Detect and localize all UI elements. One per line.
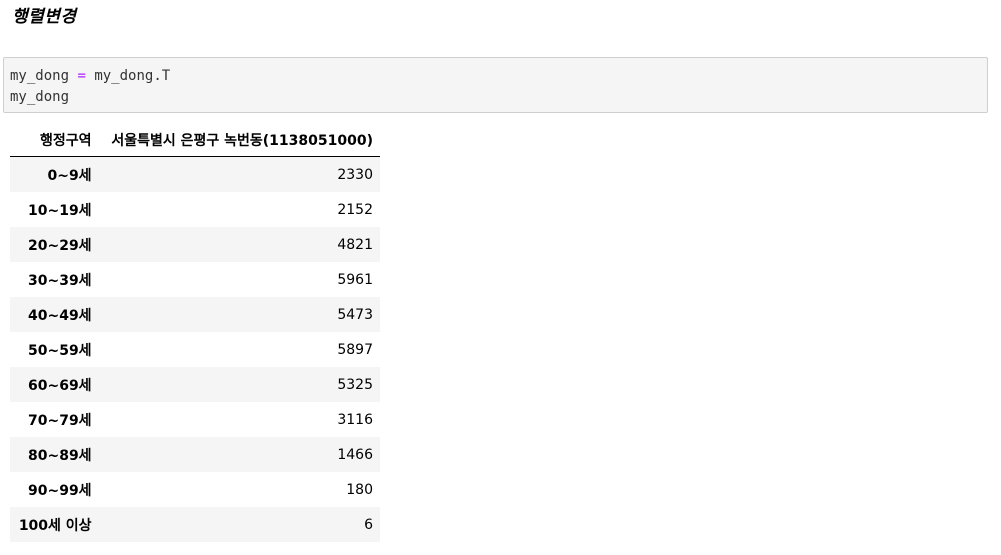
row-value: 5325: [337, 376, 373, 393]
row-value: 6: [364, 516, 373, 533]
dataframe-output: 행정구역 서울특별시 은평구 녹번동(1138051000) 0~9세 2330…: [10, 123, 380, 542]
table-row: 50~59세 5897: [10, 332, 380, 367]
table-row: 90~99세 180: [10, 472, 380, 507]
row-label: 50~59세: [27, 342, 92, 359]
row-label: 80~89세: [27, 447, 92, 464]
row-label: 70~79세: [27, 412, 92, 429]
row-value: 5473: [337, 306, 373, 323]
table-header-row: 행정구역 서울특별시 은평구 녹번동(1138051000): [10, 123, 380, 157]
row-value: 4821: [337, 236, 373, 253]
code-variable: my_dong: [10, 68, 70, 84]
row-label: 10~19세: [27, 202, 92, 219]
table-row: 30~39세 5961: [10, 262, 380, 297]
table-row: 80~89세 1466: [10, 437, 380, 472]
table-row: 100세 이상 6: [10, 507, 380, 542]
row-value: 5897: [337, 341, 373, 358]
table-row: 20~29세 4821: [10, 227, 380, 262]
row-label: 0~9세: [47, 167, 92, 184]
column-header: 서울특별시 은평구 녹번동(1138051000): [98, 123, 380, 157]
table-row: 10~19세 2152: [10, 192, 380, 227]
row-label: 90~99세: [27, 482, 92, 499]
row-label: 100세 이상: [18, 517, 92, 534]
row-label: 60~69세: [27, 377, 92, 394]
code-line-1: my_dong = my_dong.T: [10, 66, 987, 87]
code-operator: =: [77, 68, 86, 84]
table-row: 60~69세 5325: [10, 367, 380, 402]
index-header: 행정구역: [10, 123, 99, 157]
code-expression: my_dong.T: [94, 68, 171, 84]
section-heading: 행렬변경: [12, 7, 77, 27]
code-line-2: my_dong: [10, 89, 70, 105]
row-value: 1466: [337, 446, 373, 463]
row-label: 40~49세: [27, 307, 92, 324]
table-row: 0~9세 2330: [10, 156, 380, 192]
row-value: 180: [346, 481, 373, 498]
row-value: 5961: [337, 271, 373, 288]
table-row: 40~49세 5473: [10, 297, 380, 332]
row-label: 20~29세: [27, 237, 92, 254]
row-value: 2330: [337, 166, 373, 183]
row-value: 3116: [337, 411, 373, 428]
row-value: 2152: [337, 201, 373, 218]
row-label: 30~39세: [27, 272, 92, 289]
table-row: 70~79세 3116: [10, 402, 380, 437]
code-cell-input[interactable]: my_dong = my_dong.T my_dong: [3, 57, 988, 113]
